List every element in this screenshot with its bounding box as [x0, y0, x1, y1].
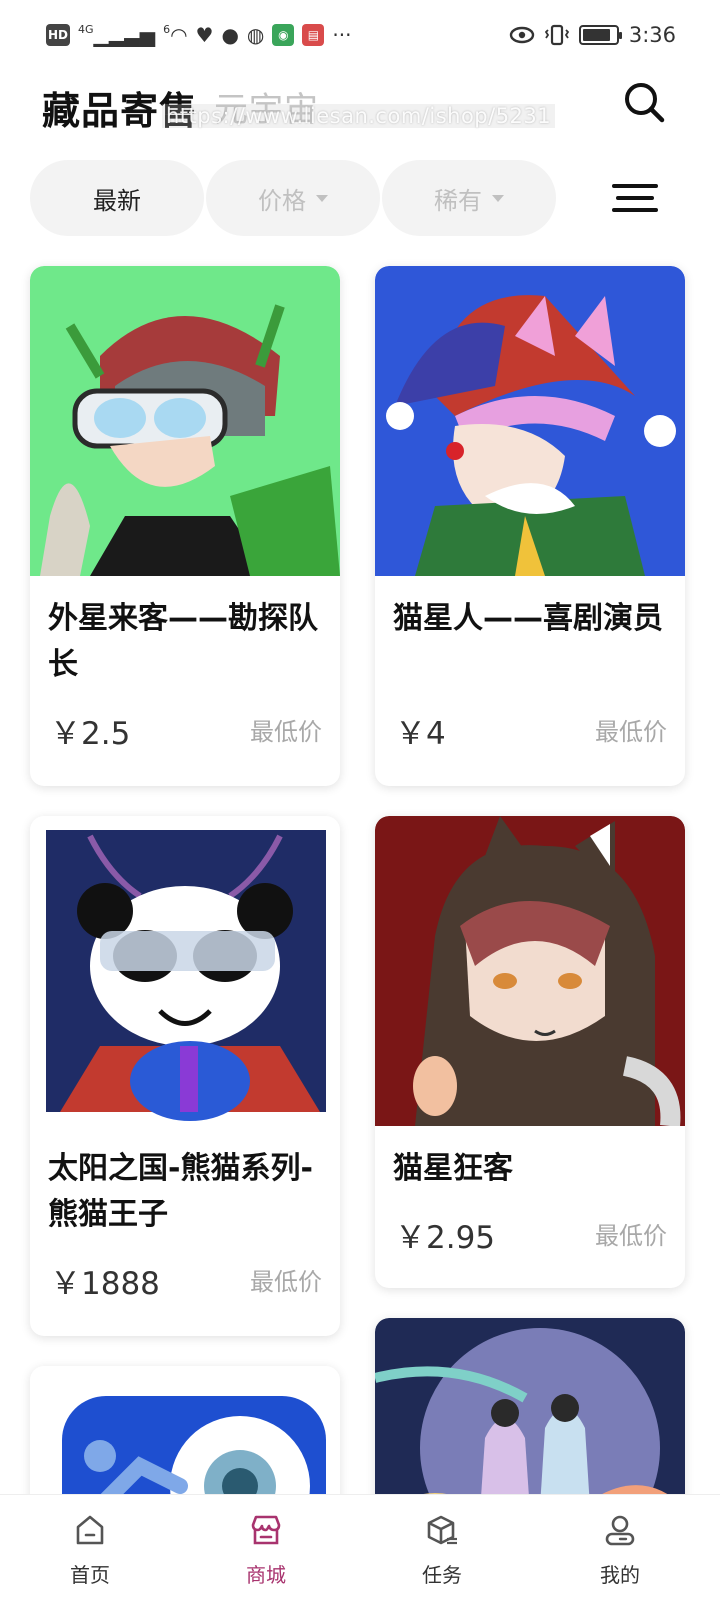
product-price: ￥2.95: [395, 1220, 496, 1256]
filter-bar: 最新 价格 稀有: [30, 160, 690, 236]
lowest-price-tag: 最低价: [595, 1222, 667, 1250]
nav-store[interactable]: 商城: [206, 1495, 326, 1600]
signal-label: 4G: [78, 23, 94, 36]
task-box-icon: [427, 1515, 457, 1545]
product-image: [375, 266, 685, 576]
wifi-label: 6: [163, 23, 171, 36]
map-icon: ◉: [272, 24, 295, 46]
nav-home[interactable]: 首页: [30, 1495, 150, 1600]
browser-icon: ◍: [246, 23, 265, 47]
product-name: 猫星狂客: [393, 1151, 513, 1186]
status-bar: HD 4G▁▂▃▅ 6◠ ♥ ● ◍ ◉ ▤ ··· 3:36: [0, 0, 720, 70]
status-left: HD 4G▁▂▃▅ 6◠ ♥ ● ◍ ◉ ▤ ···: [46, 23, 351, 47]
wifi-icon: 6◠: [163, 23, 188, 47]
status-right: 3:36: [509, 23, 676, 47]
product-image: [375, 816, 685, 1126]
nav-store-label: 商城: [246, 1563, 286, 1587]
battery-icon: [578, 25, 622, 45]
caret-down-icon: [492, 194, 504, 202]
nav-home-label: 首页: [70, 1563, 110, 1587]
nav-tasks[interactable]: 任务: [382, 1495, 502, 1600]
book-icon: ▤: [302, 24, 325, 46]
filter-latest-label: 最新: [93, 186, 141, 215]
battery-level: [582, 29, 611, 41]
product-image: [30, 816, 340, 1126]
watermark-text: https://www.liesan.com/ishop/5231: [162, 104, 556, 128]
nav-profile[interactable]: 我的: [560, 1495, 680, 1600]
eye-icon: [509, 26, 535, 44]
sort-menu-button[interactable]: [612, 184, 658, 216]
vibrate-icon: [544, 24, 569, 46]
product-card[interactable]: 外星来客——勘探队长 ￥2.5 最低价: [30, 266, 340, 786]
caret-down-icon: [316, 194, 328, 202]
store-icon: [251, 1515, 281, 1545]
lowest-price-tag: 最低价: [595, 718, 667, 746]
menu-icon-bar: [612, 208, 658, 212]
product-card[interactable]: 太阳之国-熊猫系列-熊猫王子 ￥1888 最低价: [30, 816, 340, 1336]
nav-tasks-label: 任务: [422, 1563, 462, 1587]
more-icon: ···: [332, 23, 352, 47]
product-card[interactable]: 猫星狂客 ￥2.95 最低价: [375, 816, 685, 1288]
menu-icon: [612, 184, 658, 188]
status-time: 3:36: [628, 23, 676, 47]
header: 藏品寄售 元宇宙 https://www.liesan.com/ishop/52…: [0, 74, 720, 138]
product-price: ￥2.5: [50, 716, 131, 752]
signal-icon: 4G▁▂▃▅: [78, 23, 156, 47]
product-price: ￥1888: [50, 1266, 160, 1302]
menu-icon-bar: [616, 196, 654, 200]
lowest-price-tag: 最低价: [250, 718, 322, 746]
heart-icon: ♥: [195, 23, 214, 47]
search-button[interactable]: [620, 78, 668, 126]
product-name: 外星来客——勘探队长: [48, 601, 318, 682]
search-icon: [625, 83, 665, 123]
product-name: 太阳之国-熊猫系列-熊猫王子: [48, 1151, 313, 1232]
product-card[interactable]: 猫星人——喜剧演员 ￥4 最低价: [375, 266, 685, 786]
hd-icon: HD: [46, 24, 71, 46]
home-icon: [76, 1515, 104, 1545]
product-name: 猫星人——喜剧演员: [393, 601, 663, 636]
filter-latest[interactable]: 最新: [30, 160, 204, 236]
user-icon: [605, 1515, 635, 1546]
product-price: ￥4: [395, 716, 446, 752]
filter-rarity[interactable]: 稀有: [382, 160, 556, 236]
filter-rarity-label: 稀有: [434, 186, 482, 215]
chat-icon: ●: [221, 23, 239, 47]
nav-profile-label: 我的: [600, 1563, 640, 1587]
lowest-price-tag: 最低价: [250, 1268, 322, 1296]
filter-price[interactable]: 价格: [206, 160, 380, 236]
product-image: [30, 266, 340, 576]
bottom-nav: 首页 商城 任务 我的: [0, 1494, 720, 1600]
filter-price-label: 价格: [258, 186, 306, 215]
